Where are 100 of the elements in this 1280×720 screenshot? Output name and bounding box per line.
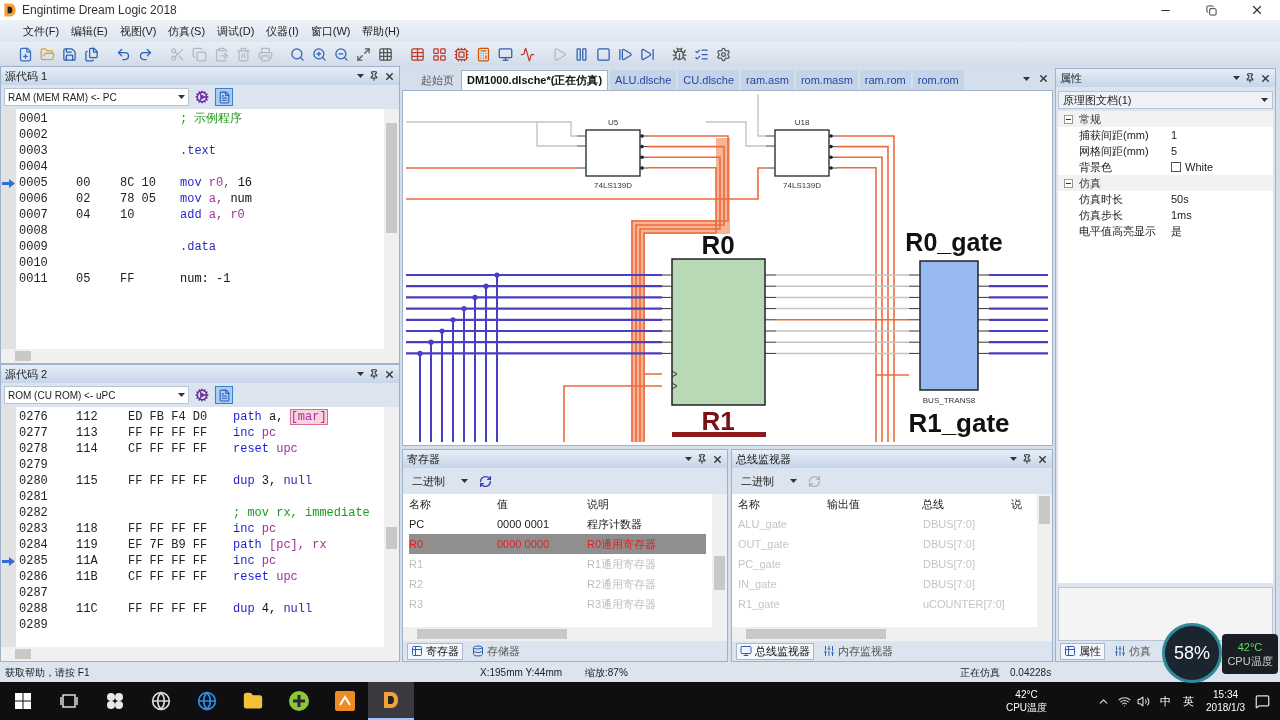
- menu-item[interactable]: 调试(D): [214, 22, 258, 40]
- menu-item[interactable]: 视图(V): [116, 22, 160, 40]
- grid-icon[interactable]: [377, 46, 393, 62]
- tile-icon[interactable]: [335, 691, 355, 711]
- column-header[interactable]: 名称: [409, 497, 431, 510]
- vertical-scrollbar[interactable]: [384, 109, 399, 349]
- zoom-out-icon[interactable]: [333, 46, 349, 62]
- file-plus-icon[interactable]: [17, 46, 33, 62]
- document-tab[interactable]: rom.rom: [912, 70, 964, 90]
- column-header[interactable]: 输出值: [827, 497, 861, 510]
- document-icon[interactable]: [215, 88, 233, 106]
- vertical-scrollbar[interactable]: [1037, 494, 1052, 627]
- panel-tab[interactable]: 总线监视器: [736, 642, 814, 660]
- maximize-icon[interactable]: [355, 46, 371, 62]
- search-icon[interactable]: [289, 46, 305, 62]
- document-tab[interactable]: ram.rom: [859, 70, 911, 90]
- format-select[interactable]: 二进制: [409, 472, 471, 490]
- bug-icon[interactable]: [671, 46, 687, 62]
- dropdown-caret-icon[interactable]: [1023, 76, 1030, 81]
- column-header[interactable]: 总线: [921, 497, 944, 510]
- horizontal-scrollbar[interactable]: [403, 627, 727, 641]
- flower-icon[interactable]: [105, 691, 125, 711]
- input-method-indicator[interactable]: 英: [1183, 692, 1195, 710]
- zoom-in-icon[interactable]: [311, 46, 327, 62]
- stop-icon[interactable]: [595, 46, 611, 62]
- vertical-scrollbar[interactable]: [384, 407, 399, 647]
- dropdown-caret-icon[interactable]: [357, 74, 364, 78]
- refresh-icon[interactable]: [479, 474, 492, 488]
- settings-icon[interactable]: [715, 46, 731, 62]
- close-icon[interactable]: [1038, 73, 1049, 84]
- plus-circle-icon[interactable]: [288, 690, 310, 712]
- start-icon[interactable]: [15, 693, 31, 709]
- undo-icon[interactable]: [115, 46, 131, 62]
- menu-item[interactable]: 仪器(I): [263, 22, 302, 40]
- task-view-icon[interactable]: [60, 694, 78, 708]
- document-tab[interactable]: 起始页: [416, 70, 459, 90]
- column-header[interactable]: 说明: [587, 497, 609, 510]
- format-select[interactable]: 二进制: [738, 472, 800, 490]
- wifi-icon[interactable]: [1118, 694, 1132, 708]
- property-value[interactable]: 1ms: [1171, 206, 1192, 224]
- close-icon[interactable]: [384, 70, 395, 82]
- pause-icon[interactable]: [573, 46, 589, 62]
- menu-item[interactable]: 窗口(W): [307, 22, 354, 40]
- property-value[interactable]: 50s: [1171, 190, 1189, 208]
- restore-icon[interactable]: [1205, 4, 1217, 16]
- step-forward-icon[interactable]: [617, 46, 633, 62]
- chip-icon[interactable]: [453, 46, 469, 62]
- pin-icon[interactable]: [697, 454, 707, 464]
- dropdown-caret-icon[interactable]: [178, 95, 185, 99]
- layout-grid-icon[interactable]: [431, 46, 447, 62]
- dropdown-caret-icon[interactable]: [1010, 457, 1017, 461]
- dropdown-caret-icon[interactable]: [1261, 98, 1268, 102]
- redo-icon[interactable]: [137, 46, 153, 62]
- dropdown-caret-icon[interactable]: [685, 457, 692, 461]
- close-icon[interactable]: [384, 368, 395, 380]
- menu-item[interactable]: 仿真(S): [165, 22, 209, 40]
- pin-icon[interactable]: [1022, 454, 1032, 464]
- panel-tab[interactable]: 内存监视器: [820, 642, 896, 660]
- close-icon[interactable]: [1260, 72, 1271, 84]
- close-icon[interactable]: [1037, 453, 1048, 465]
- pulse-icon[interactable]: [519, 46, 535, 62]
- horizontal-scrollbar[interactable]: [1, 349, 399, 363]
- monitor-icon[interactable]: [497, 46, 513, 62]
- close-icon[interactable]: [712, 453, 723, 465]
- collapse-icon[interactable]: [1064, 114, 1073, 124]
- folder-icon[interactable]: [243, 691, 263, 711]
- dropdown-caret-icon[interactable]: [178, 393, 185, 397]
- gear-icon[interactable]: [195, 388, 209, 402]
- dropdown-caret-icon[interactable]: [790, 479, 797, 483]
- horizontal-scrollbar[interactable]: [732, 627, 1052, 641]
- menu-item[interactable]: 帮助(H): [359, 22, 403, 40]
- app-logo-icon[interactable]: [382, 690, 400, 710]
- document-tab[interactable]: CU.dlsche: [678, 70, 740, 90]
- column-header[interactable]: 值: [497, 497, 508, 510]
- save-icon[interactable]: [61, 46, 77, 62]
- panel-tab[interactable]: 寄存器: [407, 642, 463, 660]
- skip-forward-icon[interactable]: [639, 46, 655, 62]
- property-value[interactable]: 1: [1171, 126, 1178, 144]
- document-tab[interactable]: rom.masm: [795, 70, 858, 90]
- gear-icon[interactable]: [195, 90, 209, 104]
- collapse-icon[interactable]: [1064, 178, 1073, 188]
- files-icon[interactable]: [83, 46, 99, 62]
- notification-icon[interactable]: [1255, 693, 1270, 709]
- menu-item[interactable]: 文件(F): [20, 22, 63, 40]
- document-tab[interactable]: ALU.dlsche: [610, 70, 677, 90]
- pin-icon[interactable]: [369, 369, 379, 379]
- menu-item[interactable]: 编辑(E): [68, 22, 111, 40]
- property-value[interactable]: 5: [1171, 142, 1178, 160]
- document-icon[interactable]: [215, 386, 233, 404]
- object-select[interactable]: 原理图文档(1): [1058, 91, 1273, 109]
- horizontal-scrollbar[interactable]: [1, 647, 399, 661]
- dropdown-caret-icon[interactable]: [461, 479, 468, 483]
- pin-icon[interactable]: [369, 71, 379, 81]
- table-icon[interactable]: [409, 46, 425, 62]
- dropdown-caret-icon[interactable]: [357, 372, 364, 376]
- globe-icon[interactable]: [197, 691, 217, 711]
- input-method-indicator[interactable]: 中: [1160, 692, 1172, 710]
- property-value[interactable]: 是: [1171, 222, 1182, 240]
- source-select[interactable]: RAM (MEM RAM) <- PC: [4, 88, 189, 106]
- calculator-icon[interactable]: [475, 46, 491, 62]
